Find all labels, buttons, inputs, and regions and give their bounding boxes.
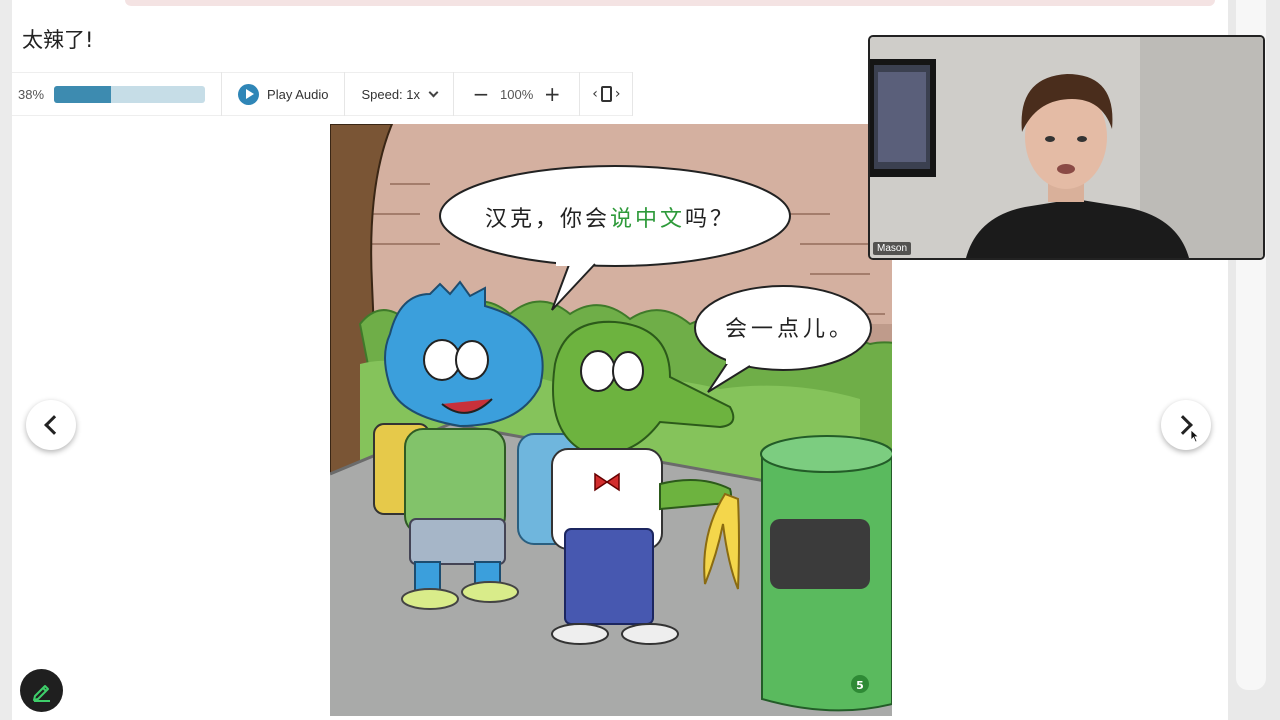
participant-name: Mason — [873, 242, 912, 255]
previous-page-button[interactable] — [26, 400, 76, 450]
page-title: 太辣了! — [22, 28, 94, 52]
play-audio-label: Play Audio — [267, 86, 329, 102]
zoom-value: 100% — [500, 86, 534, 102]
comic-illustration: 汉克，你会说中文吗？ 会一点儿。 5 — [330, 124, 892, 716]
reader-toolbar: 38% Play Audio Speed: 1x − 100% + ‹ › — [12, 72, 634, 116]
progress-group: 38% — [12, 72, 223, 116]
progress-percent: 38% — [18, 86, 45, 102]
speech-bubble-2: 会一点儿。 — [725, 317, 855, 342]
progress-fill — [54, 85, 112, 103]
play-icon — [238, 83, 260, 105]
top-strip — [125, 0, 1215, 6]
chevron-down-icon — [428, 87, 439, 97]
comic-panel: 汉克，你会说中文吗？ 会一点儿。 5 — [330, 124, 892, 716]
layout-toggle-button[interactable]: ‹ › — [580, 72, 634, 116]
minus-icon[interactable]: − — [470, 84, 492, 104]
pencil-icon — [32, 684, 50, 702]
progress-bar — [54, 85, 206, 103]
speed-dropdown[interactable]: Speed: 1x — [345, 72, 455, 116]
participant-video — [870, 37, 1263, 258]
plus-icon[interactable]: + — [541, 84, 563, 104]
annotate-button[interactable] — [20, 669, 63, 712]
speed-label: Speed: 1x — [361, 86, 421, 102]
page-number: 5 — [856, 679, 864, 692]
next-page-button[interactable] — [1161, 400, 1211, 450]
speech-bubble-1: 汉克，你会说中文吗？ — [485, 207, 735, 232]
chevron-left-icon — [44, 415, 64, 435]
video-call-tile[interactable]: Mason — [868, 35, 1265, 260]
zoom-controls: − 100% + — [454, 72, 581, 116]
play-audio-button[interactable]: Play Audio — [222, 72, 346, 116]
layout-toggle-icon: ‹ › — [592, 86, 621, 102]
mouse-cursor-icon — [1190, 429, 1200, 443]
